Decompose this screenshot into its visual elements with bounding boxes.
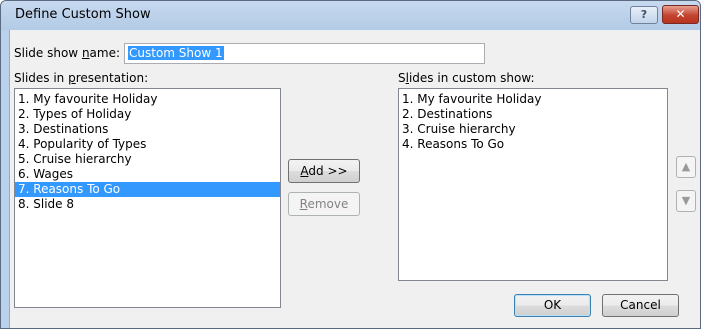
presentation-slides-label: Slides in presentation: xyxy=(14,71,149,85)
cancel-button[interactable]: Cancel xyxy=(602,294,679,317)
define-custom-show-dialog: Define Custom Show ? ✕ Slide show name: … xyxy=(0,0,701,329)
move-up-button[interactable]: ▲ xyxy=(676,156,696,178)
dialog-body: Slide show name: Custom Show 1 Slides in… xyxy=(9,30,700,328)
move-down-button[interactable]: ▼ xyxy=(676,190,696,212)
custom-show-slide-item[interactable]: 4. Reasons To Go xyxy=(399,137,667,152)
custom-show-slide-item[interactable]: 1. My favourite Holiday xyxy=(399,92,667,107)
presentation-slide-item[interactable]: 6. Wages xyxy=(15,167,280,182)
custom-show-slides-label: Slides in custom show: xyxy=(398,71,535,85)
presentation-slide-item[interactable]: 3. Destinations xyxy=(15,122,280,137)
presentation-slide-item[interactable]: 8. Slide 8 xyxy=(15,197,280,212)
window-title: Define Custom Show xyxy=(15,7,151,22)
close-icon: ✕ xyxy=(675,7,686,21)
custom-show-slide-item[interactable]: 3. Cruise hierarchy xyxy=(399,122,667,137)
custom-show-slides-list[interactable]: 1. My favourite Holiday 2. Destinations 3.… xyxy=(398,88,668,281)
show-name-input[interactable]: Custom Show 1 xyxy=(124,43,485,64)
presentation-slides-list[interactable]: 1. My favourite Holiday 2. Types of Holid… xyxy=(14,88,281,308)
show-name-value: Custom Show 1 xyxy=(128,46,224,60)
up-arrow-icon: ▲ xyxy=(681,160,691,173)
custom-show-slide-item[interactable]: 2. Destinations xyxy=(399,107,667,122)
presentation-slide-item[interactable]: 5. Cruise hierarchy xyxy=(15,152,280,167)
show-name-label: Slide show name: xyxy=(14,46,121,60)
help-button[interactable]: ? xyxy=(630,6,658,24)
presentation-slide-item[interactable]: 1. My favourite Holiday xyxy=(15,92,280,107)
remove-button[interactable]: Remove xyxy=(288,192,360,216)
close-button[interactable]: ✕ xyxy=(662,5,699,24)
presentation-slide-item[interactable]: 7. Reasons To Go xyxy=(15,182,280,197)
ok-button[interactable]: OK xyxy=(514,294,591,317)
presentation-slide-item[interactable]: 2. Types of Holiday xyxy=(15,107,280,122)
add-button[interactable]: Add >> xyxy=(288,159,360,183)
title-bar: Define Custom Show ? ✕ xyxy=(1,1,700,30)
presentation-slide-item[interactable]: 4. Popularity of Types xyxy=(15,137,280,152)
down-arrow-icon: ▼ xyxy=(681,194,691,207)
